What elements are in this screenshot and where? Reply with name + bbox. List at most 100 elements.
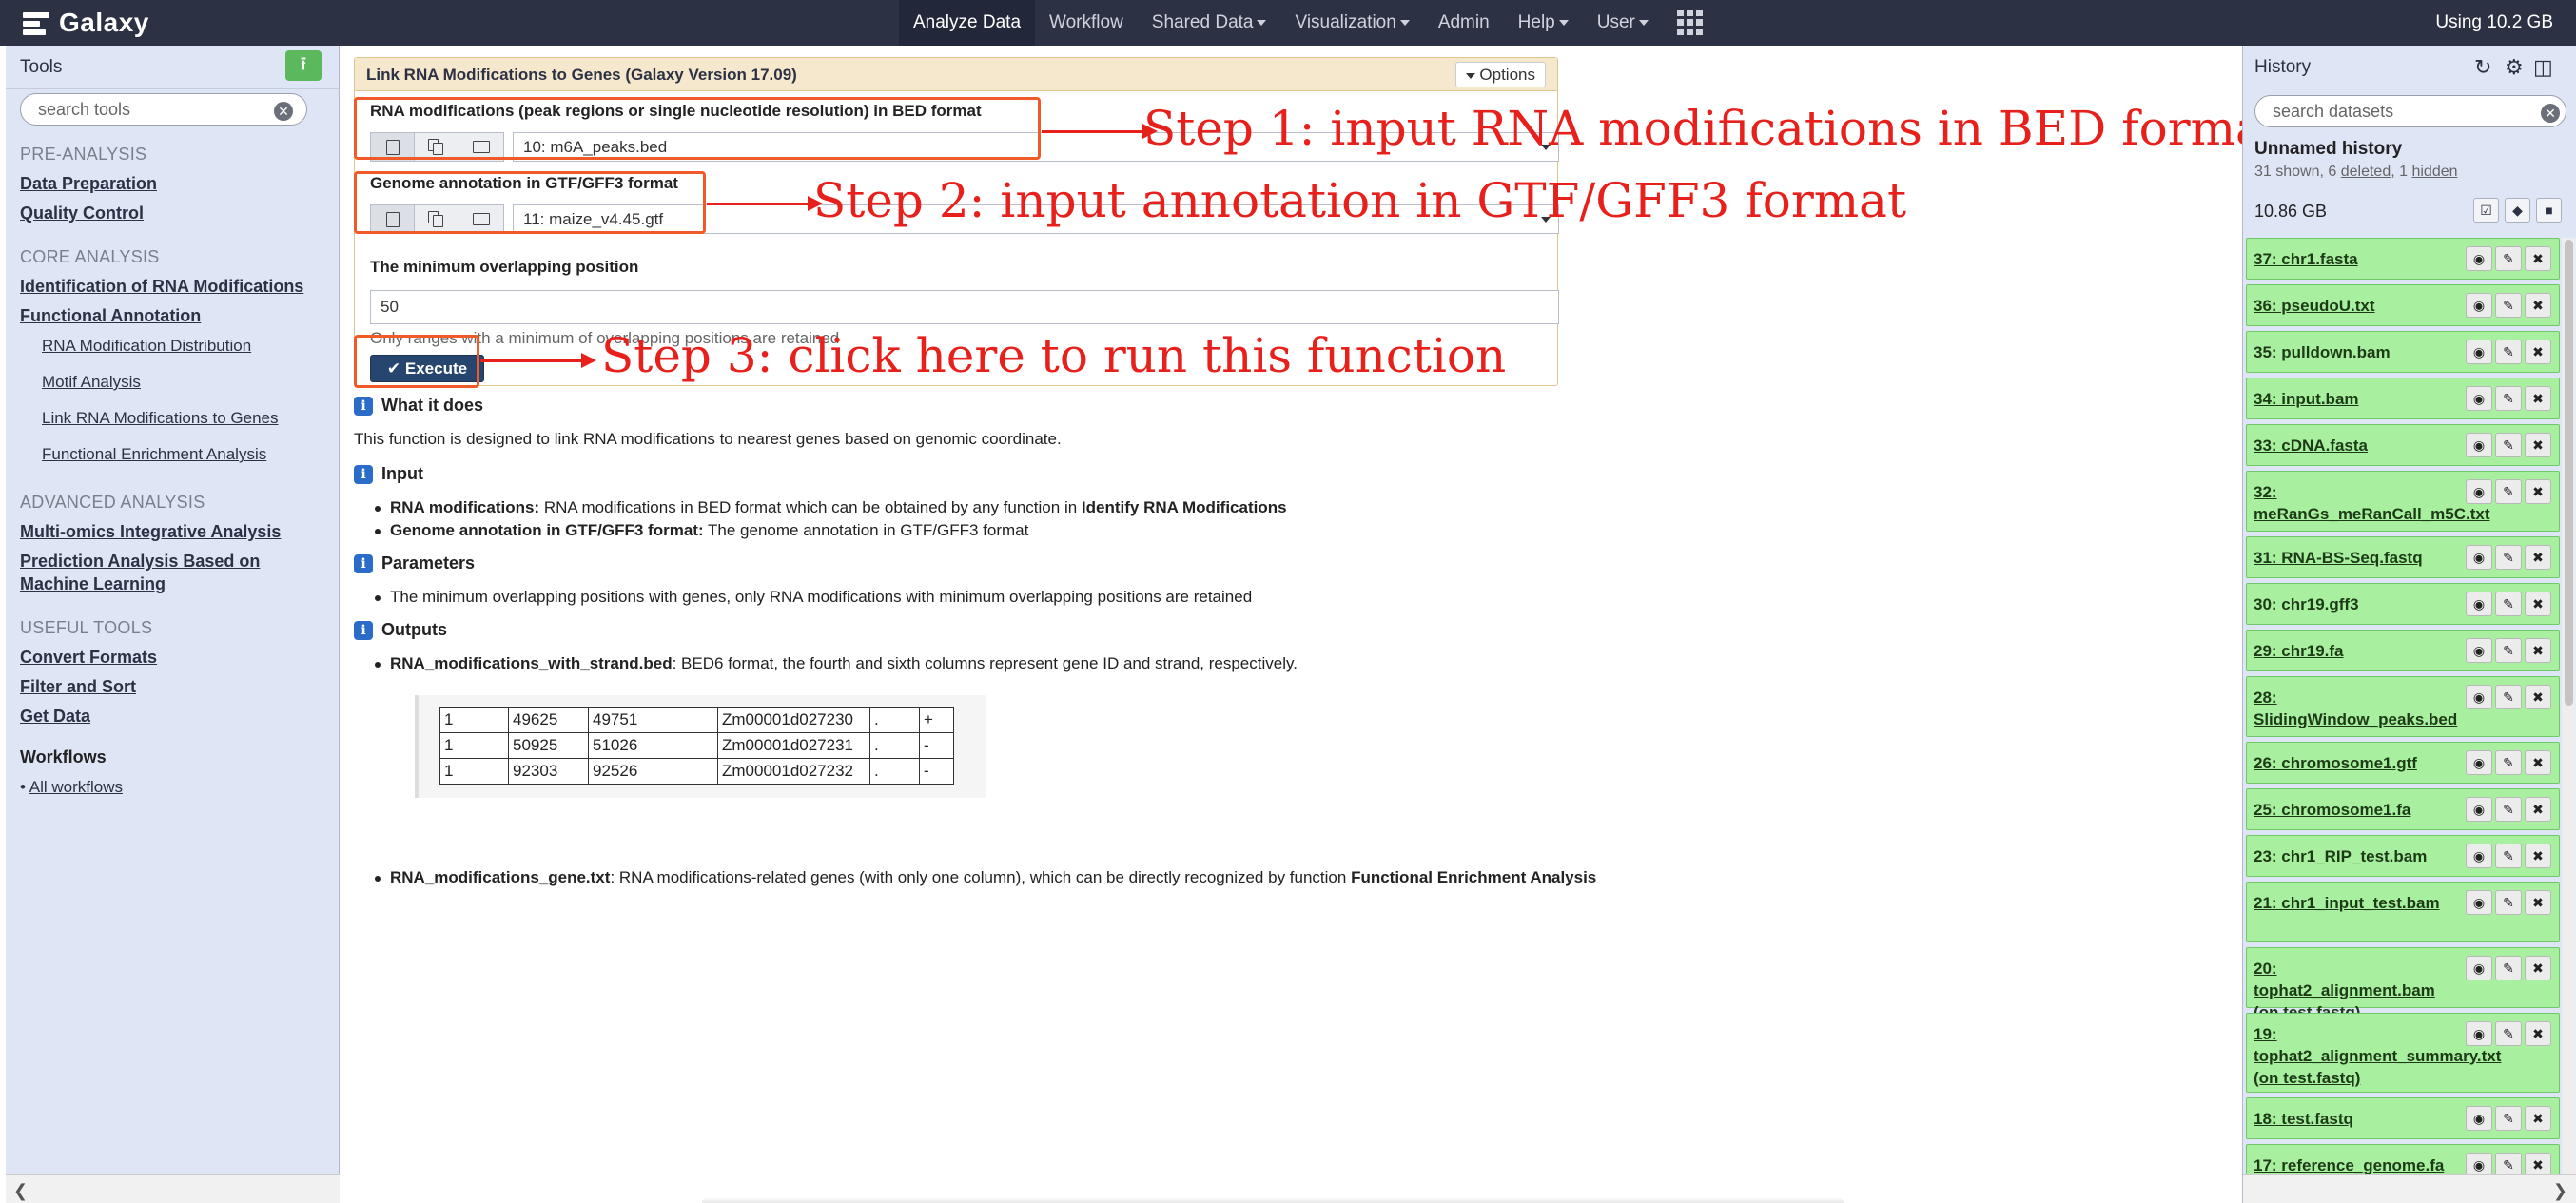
eye-icon[interactable]: ◉: [2466, 638, 2492, 663]
pencil-icon[interactable]: ✎: [2495, 844, 2522, 868]
dataset-title[interactable]: 31: RNA-BS-Seq.fastq: [2254, 547, 2455, 569]
eye-icon[interactable]: ◉: [2466, 545, 2492, 570]
tool-functional-annotation[interactable]: Functional Annotation: [20, 306, 201, 326]
pencil-icon[interactable]: ✎: [2495, 750, 2522, 775]
tool-rna-modification-distribution[interactable]: RNA Modification Distribution: [42, 337, 251, 356]
pencil-icon[interactable]: ✎: [2495, 293, 2522, 318]
scroll-right-icon[interactable]: ❯: [2553, 1181, 2567, 1201]
eye-icon[interactable]: ◉: [2466, 592, 2492, 616]
eye-icon[interactable]: ◉: [2466, 340, 2492, 364]
history-dataset-item[interactable]: 34: input.bam ◉ ✎ ✖: [2246, 378, 2560, 419]
dataset-title[interactable]: 33: cDNA.fasta: [2254, 435, 2455, 456]
eye-icon[interactable]: ◉: [2466, 433, 2492, 457]
eye-icon[interactable]: ◉: [2466, 1106, 2492, 1131]
eye-icon[interactable]: ◉: [2466, 956, 2492, 980]
history-dataset-item[interactable]: 37: chr1.fasta ◉ ✎ ✖: [2246, 238, 2560, 280]
pencil-icon[interactable]: ✎: [2495, 638, 2522, 663]
columns-icon[interactable]: ◫: [2533, 55, 2553, 80]
eye-icon[interactable]: ◉: [2466, 685, 2492, 709]
tool-multi-omics[interactable]: Multi-omics Integrative Analysis: [20, 522, 281, 542]
dataset-title[interactable]: 30: chr19.gff3: [2254, 593, 2455, 615]
tool-identification[interactable]: Identification of RNA Modifications: [20, 277, 303, 297]
close-icon[interactable]: ✖: [2525, 956, 2551, 980]
history-search-input[interactable]: search datasets: [2254, 95, 2566, 127]
close-icon[interactable]: ✖: [2525, 293, 2551, 318]
tool-motif-analysis[interactable]: Motif Analysis: [42, 373, 141, 392]
tool-data-preparation[interactable]: Data Preparation: [20, 174, 157, 194]
pencil-icon[interactable]: ✎: [2495, 592, 2522, 616]
nav-admin[interactable]: Admin: [1424, 0, 1504, 46]
eye-icon[interactable]: ◉: [2466, 246, 2492, 271]
tool-get-data[interactable]: Get Data: [20, 707, 90, 727]
history-dataset-item[interactable]: 26: chromosome1.gtf ◉ ✎ ✖: [2246, 742, 2560, 784]
history-dataset-item[interactable]: 18: test.fastq ◉ ✎ ✖: [2246, 1097, 2560, 1139]
close-icon[interactable]: ✖: [2525, 246, 2551, 271]
pencil-icon[interactable]: ✎: [2495, 956, 2522, 980]
quota-meter[interactable]: Using 10.2 GB: [2435, 0, 2553, 46]
nav-visualization[interactable]: Visualization: [1280, 0, 1423, 46]
history-dataset-item[interactable]: 25: chromosome1.fa ◉ ✎ ✖: [2246, 788, 2560, 830]
tool-quality-control[interactable]: Quality Control: [20, 204, 144, 223]
close-icon[interactable]: ✖: [2525, 797, 2551, 822]
pencil-icon[interactable]: ✎: [2495, 479, 2522, 504]
close-icon[interactable]: ✖: [2525, 340, 2551, 364]
dataset-title[interactable]: 28: SlidingWindow_peaks.bed: [2254, 687, 2457, 730]
dataset-title[interactable]: 17: reference_genome.fa: [2254, 1154, 2455, 1176]
close-icon[interactable]: ✖: [2525, 638, 2551, 663]
dataset-title[interactable]: 23: chr1_RIP_test.bam: [2254, 845, 2455, 867]
center-resize-handle[interactable]: [702, 1197, 1844, 1203]
nav-analyze-data[interactable]: Analyze Data: [899, 0, 1036, 46]
close-icon[interactable]: ✖: [2525, 750, 2551, 775]
tags-button[interactable]: ◆: [2505, 198, 2530, 223]
refresh-icon[interactable]: ↻: [2474, 55, 2491, 80]
history-dataset-item[interactable]: 20: tophat2_alignment.bam (on test.fastq…: [2246, 947, 2560, 1021]
dataset-title[interactable]: 18: test.fastq: [2254, 1108, 2455, 1130]
pencil-icon[interactable]: ✎: [2495, 1106, 2522, 1131]
close-icon[interactable]: ✖: [2525, 592, 2551, 616]
deleted-link[interactable]: deleted: [2341, 164, 2391, 180]
history-dataset-item[interactable]: 31: RNA-BS-Seq.fastq ◉ ✎ ✖: [2246, 536, 2560, 578]
eye-icon[interactable]: ◉: [2466, 479, 2492, 504]
pencil-icon[interactable]: ✎: [2495, 890, 2522, 915]
dataset-title[interactable]: 34: input.bam: [2254, 388, 2455, 410]
history-dataset-item[interactable]: 30: chr19.gff3 ◉ ✎ ✖: [2246, 583, 2560, 625]
tool-panel-scrollbar[interactable]: ❮: [6, 1174, 340, 1203]
history-hscrollbar[interactable]: ❯: [2243, 1174, 2576, 1203]
pencil-icon[interactable]: ✎: [2495, 1021, 2522, 1046]
dataset-title[interactable]: 36: pseudoU.txt: [2254, 295, 2455, 317]
dataset-title[interactable]: 37: chr1.fasta: [2254, 248, 2455, 270]
upload-button[interactable]: ⭱: [285, 50, 322, 81]
annotation-button[interactable]: ■: [2536, 198, 2562, 223]
tool-search-input[interactable]: search tools: [20, 93, 307, 126]
close-icon[interactable]: ✖: [2525, 545, 2551, 570]
pencil-icon[interactable]: ✎: [2495, 386, 2522, 411]
close-icon[interactable]: ✖: [2525, 685, 2551, 709]
pencil-icon[interactable]: ✎: [2495, 797, 2522, 822]
pencil-icon[interactable]: ✎: [2495, 246, 2522, 271]
hidden-link[interactable]: hidden: [2411, 164, 2457, 180]
history-dataset-item[interactable]: 28: SlidingWindow_peaks.bed ◉ ✎ ✖: [2246, 676, 2560, 737]
nav-workflow[interactable]: Workflow: [1035, 0, 1138, 46]
eye-icon[interactable]: ◉: [2466, 1021, 2492, 1046]
history-dataset-item[interactable]: 29: chr19.fa ◉ ✎ ✖: [2246, 630, 2560, 671]
pencil-icon[interactable]: ✎: [2495, 685, 2522, 709]
brand[interactable]: Galaxy: [23, 6, 149, 40]
close-icon[interactable]: ✖: [2525, 479, 2551, 504]
dataset-title[interactable]: 25: chromosome1.fa: [2254, 799, 2455, 821]
dataset-title[interactable]: 32: meRanGs_meRanCall_m5C.txt: [2254, 481, 2489, 525]
select-items-button[interactable]: ☑: [2473, 198, 2499, 223]
history-dataset-item[interactable]: 19: tophat2_alignment_summary.txt (on te…: [2246, 1013, 2560, 1093]
gear-icon[interactable]: ⚙: [2505, 55, 2524, 80]
scroll-thumb[interactable]: [2565, 240, 2573, 706]
tool-convert-formats[interactable]: Convert Formats: [20, 648, 157, 668]
all-workflows-link[interactable]: • All workflows: [20, 778, 123, 797]
clear-search-icon[interactable]: ✕: [274, 102, 293, 121]
eye-icon[interactable]: ◉: [2466, 293, 2492, 318]
pencil-icon[interactable]: ✎: [2495, 340, 2522, 364]
eye-icon[interactable]: ◉: [2466, 750, 2492, 775]
close-icon[interactable]: ✖: [2525, 1106, 2551, 1131]
nav-help[interactable]: Help: [1504, 0, 1583, 46]
history-dataset-item[interactable]: 21: chr1_input_test.bam ◉ ✎ ✖: [2246, 882, 2560, 942]
dataset-title[interactable]: 21: chr1_input_test.bam: [2254, 892, 2455, 914]
dataset-title[interactable]: 19: tophat2_alignment_summary.txt (on te…: [2254, 1023, 2501, 1089]
